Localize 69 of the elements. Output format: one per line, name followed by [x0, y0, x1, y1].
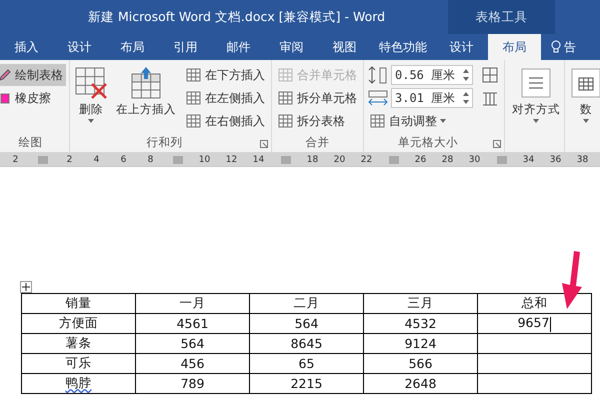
ribbon-button[interactable]: 删除: [73, 64, 109, 125]
group-label: 行和列: [146, 134, 184, 150]
column-header: 一月: [136, 294, 250, 314]
ribbon-button[interactable]: 在下方插入: [183, 64, 268, 86]
ribbon-tab[interactable]: 布局: [106, 34, 159, 60]
ribbon-button[interactable]: 对齐方式: [511, 64, 561, 125]
table-cell: 薯条: [66, 335, 92, 350]
table-cell: 可乐: [66, 355, 92, 370]
table-cell: 789: [180, 376, 204, 391]
ribbon-button[interactable]: 数: [568, 64, 600, 125]
size-field[interactable]: 0.56 厘米: [391, 65, 473, 85]
ruler-number: 28: [442, 154, 454, 164]
table-cell: 4532: [404, 316, 436, 331]
ruler-number: 2: [12, 154, 18, 164]
size-field[interactable]: 3.01 厘米: [391, 88, 473, 108]
ruler-number: 14: [252, 154, 264, 164]
table-cell: 9124: [404, 336, 436, 351]
ribbon-button[interactable]: 在左侧插入: [183, 87, 268, 109]
table-cell: 65: [298, 356, 314, 371]
group-label: 合并: [304, 134, 330, 150]
table-cell: 4561: [176, 316, 208, 331]
ribbon-tab[interactable]: 视图: [318, 34, 371, 60]
table-cell: 564: [180, 336, 204, 351]
group-label: 绘图: [18, 134, 44, 150]
table-cell: 2648: [404, 376, 436, 391]
ribbon-button[interactable]: 自动调整: [367, 110, 473, 132]
ruler-number: 10: [198, 154, 210, 164]
ruler-number: 30: [468, 154, 480, 164]
context-tab-header: 表格工具: [448, 0, 555, 34]
ruler-number: 4: [94, 154, 100, 164]
table-cell: 564: [294, 316, 318, 331]
table-cell: 2215: [290, 376, 322, 391]
ruler-number: 12: [226, 154, 238, 164]
ribbon-tab[interactable]: 引用: [159, 34, 212, 60]
column-header: 二月: [250, 294, 364, 314]
table-cell: 566: [408, 356, 432, 371]
window-title: 新建 Microsoft Word 文档.docx [兼容模式] - Word: [87, 8, 386, 26]
ribbon-button[interactable]: 橡皮擦: [0, 87, 66, 109]
ruler-number: 20: [334, 154, 346, 164]
table-cell: 8645: [290, 336, 322, 351]
ribbon-tab[interactable]: 特色功能: [371, 34, 435, 60]
table-cell: 456: [180, 356, 204, 371]
ribbon-button[interactable]: 在右侧插入: [183, 110, 268, 132]
ruler-number: 38: [576, 154, 588, 164]
ribbon-tab[interactable]: 布局: [488, 34, 541, 60]
ruler-number: 26: [414, 154, 426, 164]
ribbon-button[interactable]: 在上方插入: [115, 64, 177, 119]
ribbon-tab[interactable]: 设计: [53, 34, 106, 60]
ruler-number: 18: [306, 154, 318, 164]
group-label: 单元格大小: [397, 134, 459, 150]
table-cell: 9657: [518, 315, 550, 330]
ribbon-button[interactable]: 拆分单元格: [275, 87, 360, 109]
ribbon-tab[interactable]: 设计: [435, 34, 488, 60]
table-cell: 鸭脖: [66, 375, 92, 390]
ruler-number: 2: [66, 154, 72, 164]
ribbon-button[interactable]: 绘制表格: [0, 64, 66, 86]
ruler-number: 8: [148, 154, 154, 164]
ruler-number: 36: [550, 154, 562, 164]
ribbon-button[interactable]: 拆分表格: [275, 110, 360, 132]
column-header: 三月: [364, 294, 478, 314]
table-cell: 方便面: [59, 315, 98, 330]
ribbon-tab[interactable]: 邮件: [212, 34, 265, 60]
column-header: 销量: [22, 294, 136, 314]
ribbon-tab[interactable]: 审阅: [265, 34, 318, 60]
ribbon-tab[interactable]: 插入: [0, 34, 53, 60]
ruler-number: 6: [120, 154, 126, 164]
tell-me-field[interactable]: 告: [564, 38, 576, 56]
ruler-number: 22: [360, 154, 372, 164]
ruler-number: 34: [522, 154, 534, 164]
